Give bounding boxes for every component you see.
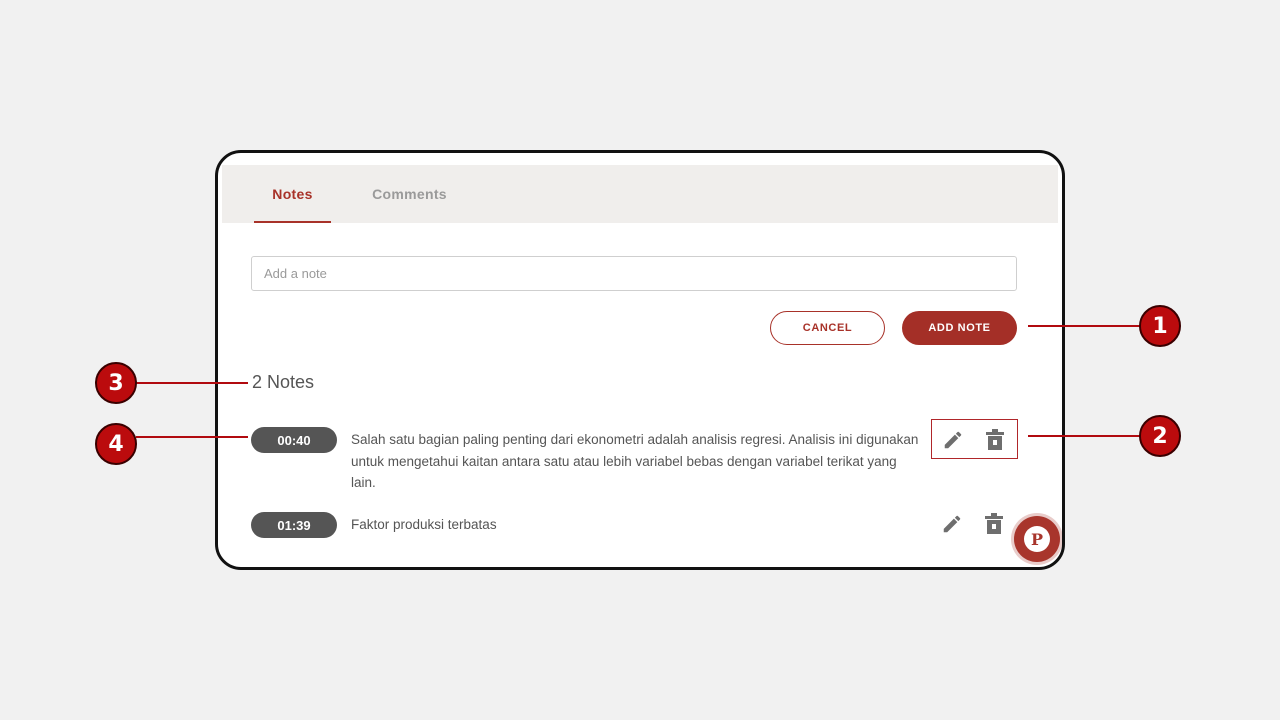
add-note-input[interactable] [251, 256, 1017, 291]
callout-badge-3: 3 [95, 362, 137, 404]
add-note-button[interactable]: ADD NOTE [902, 311, 1017, 345]
callout-line-1 [1028, 325, 1142, 327]
tab-bar: Notes Comments [222, 165, 1058, 223]
callout-line-4 [136, 436, 248, 438]
note-text: Faktor produksi terbatas [351, 517, 497, 532]
p-logo-icon: P [1024, 526, 1050, 552]
notes-count: 2 Notes [252, 372, 315, 392]
trash-icon[interactable] [981, 512, 1007, 536]
pencil-icon[interactable] [939, 512, 965, 536]
callout-badge-2: 2 [1139, 415, 1181, 457]
trash-icon[interactable] [982, 428, 1008, 452]
cancel-button[interactable]: CANCEL [770, 311, 885, 345]
note-actions [931, 419, 1018, 459]
note-timestamp[interactable]: 00:40 [251, 427, 337, 453]
callout-line-2 [1028, 435, 1142, 437]
callout-badge-1: 1 [1139, 305, 1181, 347]
note-text: Salah satu bagian paling penting dari ek… [351, 432, 919, 490]
pencil-icon[interactable] [940, 428, 966, 452]
tab-comments[interactable]: Comments [362, 165, 457, 223]
callout-badge-4: 4 [95, 423, 137, 465]
note-actions [931, 504, 1018, 544]
notes-panel: Notes Comments CANCEL ADD NOTE 2 Notes 0… [215, 150, 1065, 570]
tab-notes[interactable]: Notes [254, 165, 331, 223]
note-timestamp[interactable]: 01:39 [251, 512, 337, 538]
floating-action-button[interactable]: P [1014, 516, 1060, 562]
callout-line-3 [136, 382, 248, 384]
